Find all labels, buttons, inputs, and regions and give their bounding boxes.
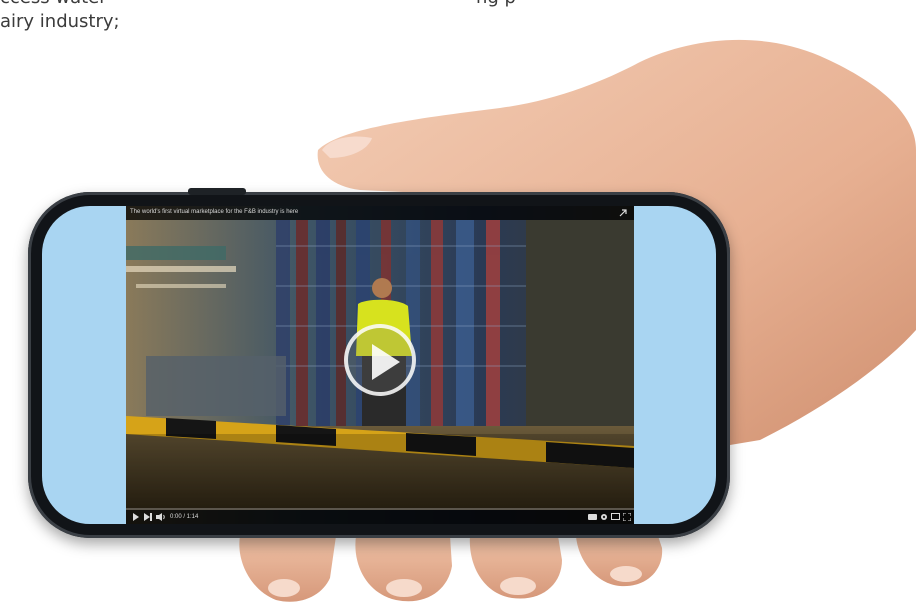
play-icon [372,344,400,380]
phone-volume-button [188,188,246,195]
phone-screen: The world's first virtual marketplace fo… [42,206,716,524]
next-icon[interactable] [144,513,152,521]
cast-icon[interactable] [611,513,620,521]
video-title-bar: The world's first virtual marketplace fo… [126,206,634,220]
page: ccess water airy industry; ng p [0,0,916,611]
phone-frame: The world's first virtual marketplace fo… [28,188,730,538]
captions-icon[interactable] [588,513,597,521]
fullscreen-icon[interactable] [623,513,631,521]
control-bar: 0:00 / 1:14 [126,510,634,524]
gear-icon[interactable] [600,513,608,521]
time-readout: 0:00 / 1:14 [170,514,199,520]
video-title[interactable]: The world's first virtual marketplace fo… [130,207,298,218]
share-icon[interactable] [618,208,628,218]
volume-icon[interactable] [156,513,166,521]
play-button[interactable] [344,324,416,396]
video-player[interactable]: The world's first virtual marketplace fo… [126,206,634,524]
play-small-icon[interactable] [132,513,139,521]
